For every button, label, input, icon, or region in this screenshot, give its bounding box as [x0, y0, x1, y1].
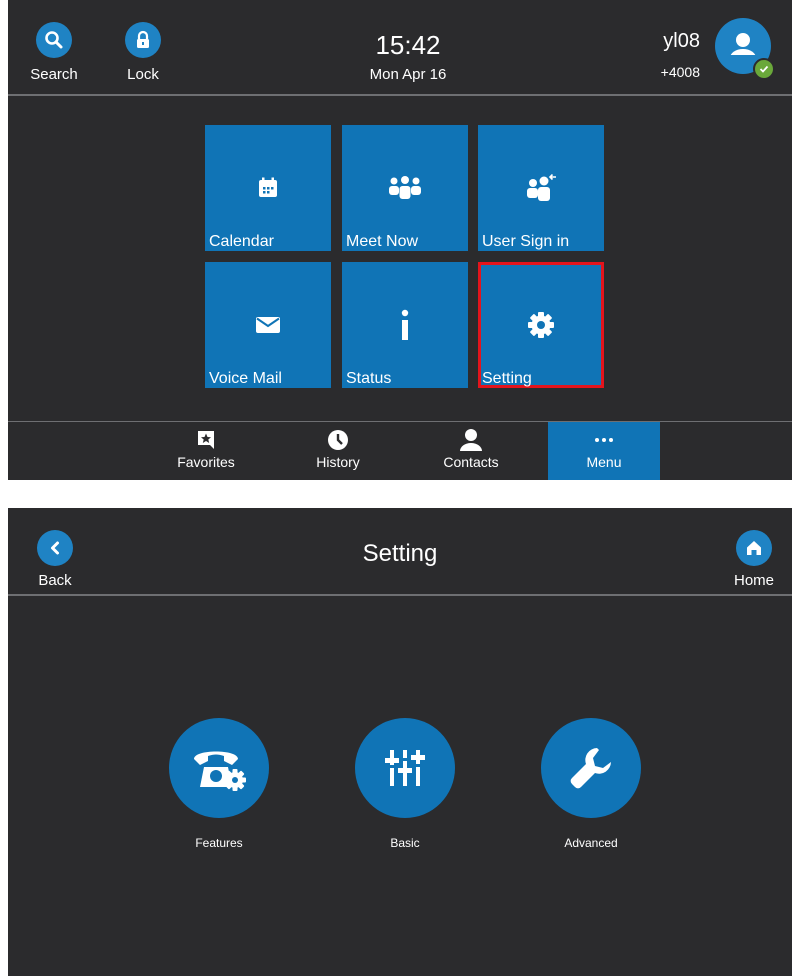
account-extension: +4008 [660, 64, 700, 80]
nav-menu[interactable]: Menu [548, 422, 660, 480]
person-icon [730, 33, 756, 58]
nav-favorites[interactable]: Favorites [150, 422, 262, 480]
search-icon [36, 22, 72, 58]
account-name: yl08 [663, 30, 700, 52]
gear-icon [478, 310, 604, 340]
basic-button[interactable]: Basic [337, 718, 473, 850]
tile-calendar[interactable]: Calendar [205, 125, 331, 251]
calendar-icon [205, 173, 331, 203]
more-dots-icon [548, 428, 660, 452]
tile-label: Meet Now [346, 233, 419, 250]
star-bookmark-icon [150, 428, 262, 452]
person-icon [415, 428, 527, 452]
nav-label: Favorites [177, 454, 235, 470]
nav-label: Contacts [443, 454, 499, 470]
home-icon [736, 530, 772, 566]
tile-meet-now[interactable]: Meet Now [342, 125, 468, 251]
wrench-icon [541, 718, 641, 818]
tile-user-sign-in[interactable]: User Sign in [478, 125, 604, 251]
presence-available-icon [753, 58, 775, 80]
chevron-left-icon [37, 530, 73, 566]
advanced-button[interactable]: Advanced [523, 718, 659, 850]
back-button[interactable]: Back [20, 508, 90, 594]
back-label: Back [38, 572, 72, 589]
home-button[interactable]: Home [719, 508, 789, 594]
nav-label: Menu [586, 454, 622, 470]
search-button[interactable]: Search [19, 0, 89, 94]
tile-voice-mail[interactable]: Voice Mail [205, 262, 331, 388]
home-label: Home [733, 572, 774, 589]
tile-label: Calendar [209, 233, 274, 250]
group-icon [342, 173, 468, 203]
lock-label: Lock [127, 66, 159, 83]
lock-button[interactable]: Lock [108, 0, 178, 94]
tile-status[interactable]: Status [342, 262, 468, 388]
envelope-icon [205, 310, 331, 340]
title-bar-divider [8, 594, 792, 596]
phone-gear-icon [169, 718, 269, 818]
nav-label: History [316, 454, 360, 470]
info-icon [342, 309, 468, 340]
nav-history[interactable]: History [282, 422, 394, 480]
features-label: Features [195, 836, 243, 850]
nav-divider [8, 421, 792, 422]
clock-icon [282, 428, 394, 452]
clock-time: 15:42 [375, 30, 441, 60]
search-label: Search [30, 66, 78, 83]
sliders-icon [355, 718, 455, 818]
tile-setting[interactable]: Setting [478, 262, 604, 388]
menu-screen: Search Lock 15:42 Mon Apr 16 yl08 +4008 … [8, 0, 792, 480]
tile-label: Status [346, 370, 392, 387]
setting-screen: Back Setting Home Features Basic Advance… [8, 508, 792, 976]
top-bar: Search Lock 15:42 Mon Apr 16 yl08 +4008 [8, 0, 792, 94]
clock-date: Mon Apr 16 [369, 66, 447, 83]
tile-label: Setting [482, 370, 532, 387]
tile-label: Voice Mail [209, 370, 282, 387]
advanced-label: Advanced [564, 836, 618, 850]
tile-label: User Sign in [482, 233, 570, 250]
features-button[interactable]: Features [151, 718, 287, 850]
page-title: Setting [362, 540, 438, 567]
user-sign-in-icon [478, 173, 604, 203]
top-bar-divider [8, 94, 792, 96]
basic-label: Basic [390, 836, 420, 850]
nav-contacts[interactable]: Contacts [415, 422, 527, 480]
lock-icon [125, 22, 161, 58]
